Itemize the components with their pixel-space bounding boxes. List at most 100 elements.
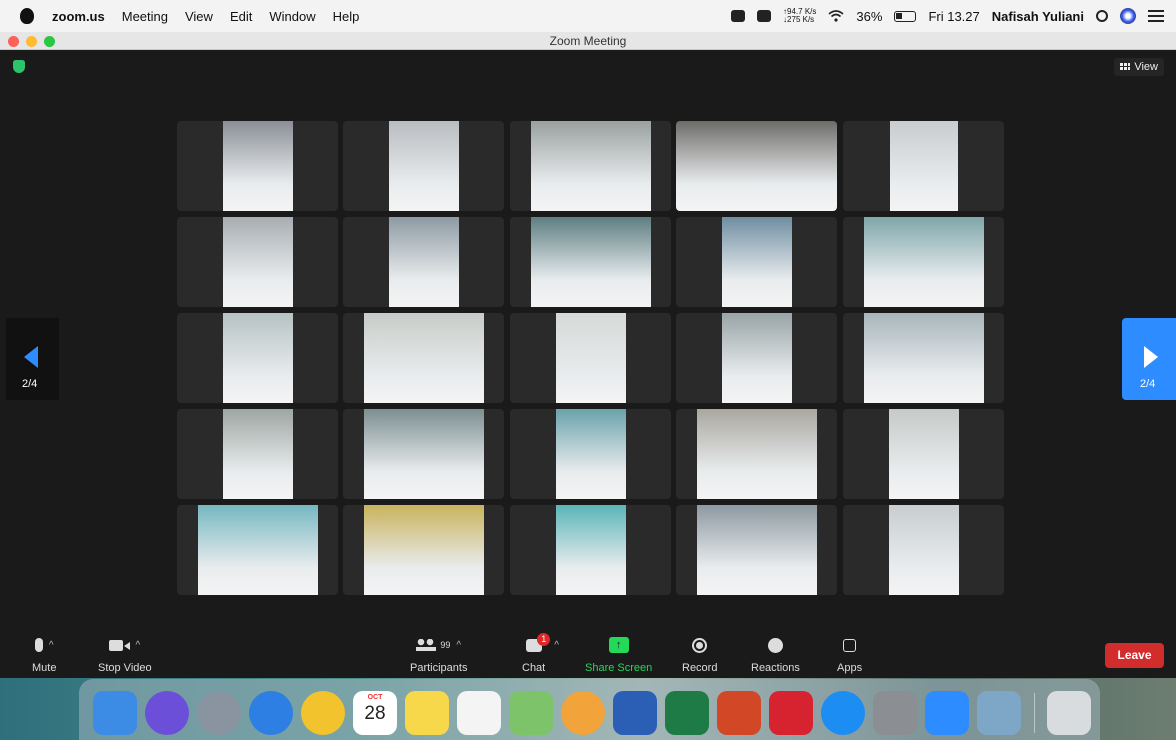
participant-tile[interactable] bbox=[343, 121, 504, 211]
leave-button[interactable]: Leave bbox=[1105, 643, 1164, 668]
menu-window[interactable]: Window bbox=[269, 9, 315, 24]
participant-video bbox=[556, 505, 626, 595]
menu-edit[interactable]: Edit bbox=[230, 9, 252, 24]
participant-tile[interactable] bbox=[177, 409, 338, 499]
apps-button[interactable]: Apps bbox=[837, 634, 862, 674]
participant-tile[interactable] bbox=[843, 313, 1004, 403]
reminders-icon[interactable] bbox=[457, 691, 501, 735]
menu-view[interactable]: View bbox=[185, 9, 213, 24]
photos-icon[interactable] bbox=[561, 691, 605, 735]
app-store-icon[interactable] bbox=[821, 691, 865, 735]
excel-icon[interactable] bbox=[665, 691, 709, 735]
participant-tile[interactable] bbox=[843, 505, 1004, 595]
maps-icon[interactable] bbox=[509, 691, 553, 735]
zoom-window-button[interactable] bbox=[44, 36, 55, 47]
participant-tile[interactable] bbox=[177, 121, 338, 211]
participant-video bbox=[531, 121, 651, 211]
network-speed[interactable]: ↑94.7 K/s ↓275 K/s bbox=[783, 8, 816, 24]
participant-tile[interactable] bbox=[676, 409, 837, 499]
participant-video bbox=[389, 217, 459, 307]
mute-button[interactable]: ^ Mute bbox=[32, 634, 56, 674]
siri-icon[interactable] bbox=[1120, 8, 1136, 24]
view-button[interactable]: View bbox=[1114, 58, 1164, 76]
share-screen-button[interactable]: ↑ Share Screen bbox=[585, 634, 652, 674]
shield-icon[interactable] bbox=[13, 60, 25, 73]
word-icon[interactable] bbox=[613, 691, 657, 735]
menu-meeting[interactable]: Meeting bbox=[122, 9, 168, 24]
participant-tile[interactable] bbox=[510, 505, 671, 595]
powerpoint-icon[interactable] bbox=[717, 691, 761, 735]
participants-button[interactable]: 99 ^ Participants bbox=[410, 634, 467, 674]
menu-user-name[interactable]: Nafisah Yuliani bbox=[992, 9, 1084, 24]
participant-tile[interactable] bbox=[177, 505, 338, 595]
participant-video bbox=[389, 121, 459, 211]
meeting-area: View 2/4 2/4 bbox=[0, 50, 1176, 630]
chrome-icon[interactable] bbox=[301, 691, 345, 735]
spotlight-search-icon[interactable] bbox=[1096, 10, 1108, 22]
video-options-caret[interactable]: ^ bbox=[135, 640, 140, 651]
participant-tile[interactable] bbox=[510, 121, 671, 211]
system-preferences-icon[interactable] bbox=[873, 691, 917, 735]
menu-app-name[interactable]: zoom.us bbox=[52, 9, 105, 24]
safari-icon[interactable] bbox=[249, 691, 293, 735]
calendar-icon[interactable]: OCT 28 bbox=[353, 691, 397, 735]
participant-tile[interactable] bbox=[676, 121, 837, 211]
stop-video-button[interactable]: ^ Stop Video bbox=[98, 634, 152, 674]
preview-icon[interactable] bbox=[977, 691, 1021, 735]
participant-tile[interactable] bbox=[510, 313, 671, 403]
menu-clock[interactable]: Fri 13.27 bbox=[928, 9, 979, 24]
participants-options-caret[interactable]: ^ bbox=[456, 640, 461, 651]
window-controls bbox=[8, 36, 62, 47]
mendeley-icon[interactable] bbox=[769, 691, 813, 735]
participant-tile[interactable] bbox=[343, 409, 504, 499]
participant-tile[interactable] bbox=[343, 217, 504, 307]
participant-video bbox=[722, 313, 792, 403]
participant-tile[interactable] bbox=[177, 313, 338, 403]
trash-icon[interactable] bbox=[1047, 691, 1091, 735]
previous-page-label: 2/4 bbox=[22, 378, 38, 390]
participant-tile[interactable] bbox=[177, 217, 338, 307]
participant-video bbox=[676, 121, 837, 211]
calendar-month: OCT bbox=[367, 694, 383, 701]
share-screen-icon: ↑ bbox=[608, 637, 629, 653]
battery-icon[interactable] bbox=[894, 10, 917, 22]
mute-options-caret[interactable]: ^ bbox=[49, 640, 54, 651]
participant-video bbox=[722, 217, 792, 307]
participant-video bbox=[364, 409, 484, 499]
participant-video bbox=[864, 313, 984, 403]
wifi-icon[interactable] bbox=[828, 10, 844, 22]
participant-tile[interactable] bbox=[676, 217, 837, 307]
minimize-window-button[interactable] bbox=[26, 36, 37, 47]
participant-tile[interactable] bbox=[843, 409, 1004, 499]
participant-tile[interactable] bbox=[843, 121, 1004, 211]
battery-percent[interactable]: 36% bbox=[856, 9, 882, 24]
notes-icon[interactable] bbox=[405, 691, 449, 735]
close-window-button[interactable] bbox=[8, 36, 19, 47]
participant-tile[interactable] bbox=[343, 313, 504, 403]
launchpad-icon[interactable] bbox=[197, 691, 241, 735]
chat-button[interactable]: 1 ^ Chat bbox=[522, 632, 563, 674]
chat-options-caret[interactable]: ^ bbox=[554, 640, 559, 651]
next-page-button[interactable]: 2/4 bbox=[1122, 318, 1176, 400]
participant-tile[interactable] bbox=[676, 313, 837, 403]
record-button[interactable]: Record bbox=[682, 634, 717, 674]
participant-tile[interactable] bbox=[843, 217, 1004, 307]
participant-tile[interactable] bbox=[510, 217, 671, 307]
participant-tile[interactable] bbox=[676, 505, 837, 595]
participant-video bbox=[223, 121, 293, 211]
reactions-button[interactable]: Reactions bbox=[751, 634, 800, 674]
finder-icon[interactable] bbox=[93, 691, 137, 735]
apple-icon[interactable] bbox=[20, 8, 34, 24]
network-download: ↓275 K/s bbox=[783, 15, 815, 24]
siri-icon[interactable] bbox=[145, 691, 189, 735]
status-area: ↑94.7 K/s ↓275 K/s 36% Fri 13.27 Nafisah… bbox=[719, 0, 1164, 32]
zoom-icon[interactable] bbox=[925, 691, 969, 735]
menu-help[interactable]: Help bbox=[333, 9, 360, 24]
participant-tile[interactable] bbox=[510, 409, 671, 499]
previous-page-button[interactable]: 2/4 bbox=[6, 318, 59, 400]
screen-capture-icon[interactable] bbox=[757, 10, 772, 22]
zoom-status-icon[interactable] bbox=[731, 10, 746, 22]
stop-video-label: Stop Video bbox=[98, 662, 152, 674]
participant-tile[interactable] bbox=[343, 505, 504, 595]
control-center-icon[interactable] bbox=[1148, 10, 1164, 22]
